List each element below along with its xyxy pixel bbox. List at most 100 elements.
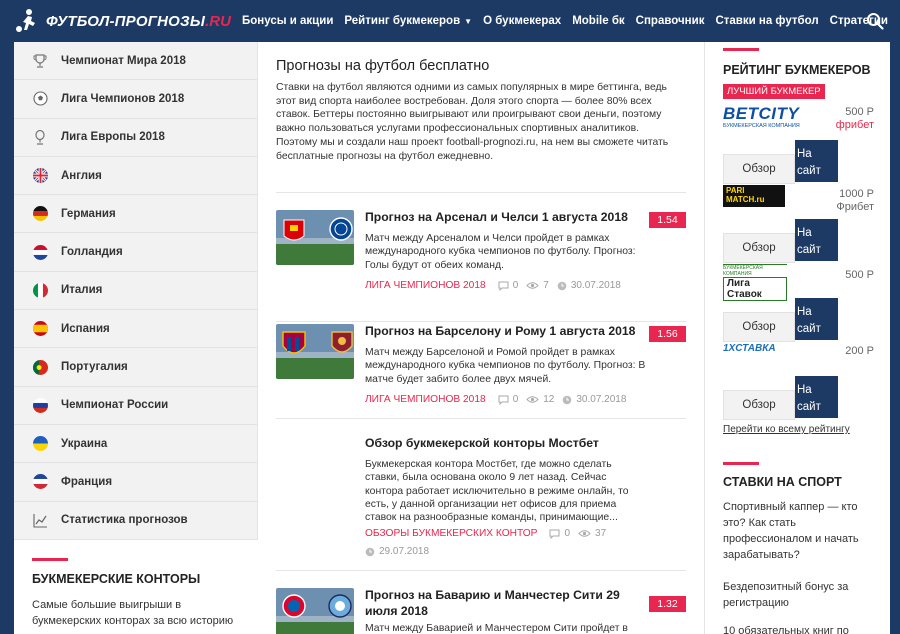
flag-germany-icon — [32, 206, 48, 222]
post-excerpt: Букмекерская контора Мостбет, где можно … — [365, 459, 629, 524]
visit-site-button[interactable]: На сайт — [795, 376, 838, 418]
post-card: Прогноз на Баварию и Манчестер Сити 29 и… — [276, 588, 686, 634]
bookmaker-bonus: 200 Р — [845, 345, 874, 358]
sidebar-item-label: Лига Чемпионов 2018 — [61, 92, 185, 105]
sidebar-item-label: Украина — [61, 437, 108, 450]
post-meta: ЛИГА ЧЕМПИОНОВ 2018 0 7 30.07.2018 — [365, 280, 629, 291]
1xstavka-logo[interactable]: 1XСТАВКА — [723, 343, 776, 354]
main-nav: Бонусы и акции Рейтинг букмекеров ▼ О бук… — [242, 0, 899, 42]
review-button[interactable]: Обзор — [723, 233, 795, 263]
review-button[interactable]: Обзор — [723, 154, 795, 184]
comments-count: 0 — [549, 528, 570, 539]
nav-label: Бонусы и акции — [242, 15, 334, 27]
post-excerpt: Матч между Арсеналом и Челси пройдет в р… — [365, 233, 636, 271]
views-value: 37 — [595, 528, 607, 539]
divider — [276, 321, 686, 322]
nav-bonuses[interactable]: Бонусы и акции — [242, 15, 333, 27]
nav-label: Mobile бк — [572, 15, 625, 27]
bookmaker-sub: БУКМЕКЕРСКАЯ КОМПАНИЯ — [723, 123, 800, 129]
odds-badge[interactable]: 1.32 — [649, 596, 686, 612]
sidebar-item-netherlands[interactable]: Голландия — [14, 233, 257, 272]
divider-accent — [723, 462, 759, 465]
liga-stavok-logo[interactable]: БУКМЕКЕРСКАЯ КОМПАНИЯ Лига Ставок — [723, 264, 787, 301]
post-title[interactable]: Обзор букмекерской конторы Мостбет — [365, 436, 645, 452]
sidebar-item-label: Статистика прогнозов — [61, 514, 188, 527]
sidebar-item-france[interactable]: Франция — [14, 463, 257, 502]
nav-mobile[interactable]: Mobile бк — [572, 15, 624, 27]
nav-bookmaker-rating[interactable]: Рейтинг букмекеров ▼ — [344, 15, 472, 27]
bonus-amount: 1000 Р — [839, 188, 874, 200]
post-thumbnail-barcelona-roma[interactable] — [276, 324, 354, 379]
post-title[interactable]: Прогноз на Барселону и Рому 1 августа 20… — [365, 324, 645, 340]
visit-site-button[interactable]: На сайт — [795, 298, 838, 340]
site-logo[interactable]: ФУТБОЛ-ПРОГНОЗЫ .RU — [14, 8, 231, 34]
sidebar-item-russia[interactable]: Чемпионат России — [14, 387, 257, 425]
date-value: 30.07.2018 — [576, 394, 627, 405]
betcity-logo[interactable]: BETCITY БУКМЕКЕРСКАЯ КОМПАНИЯ — [723, 104, 800, 129]
nav-label: Ставки на футбол — [715, 15, 819, 27]
post-category-link[interactable]: ОБЗОРЫ БУКМЕКЕРСКИХ КОНТОР — [365, 528, 537, 539]
sidebar-item-spain[interactable]: Испания — [14, 310, 257, 349]
ball-icon — [32, 91, 48, 107]
post-card: Прогноз на Арсенал и Челси 1 августа 201… — [276, 210, 686, 300]
sidebar-item-world-cup[interactable]: Чемпионат Мира 2018 — [14, 42, 257, 81]
sidebar-item-ukraine[interactable]: Украина — [14, 425, 257, 464]
parimatch-logo[interactable]: PARI MATCH.ru — [723, 185, 785, 207]
nav-label: О букмекерах — [483, 15, 562, 27]
search-icon[interactable] — [866, 12, 884, 30]
page-title: Прогнозы на футбол бесплатно — [276, 58, 490, 74]
odds-badge[interactable]: 1.54 — [649, 212, 686, 228]
sidebar-item-germany[interactable]: Германия — [14, 195, 257, 234]
bookmakers-widget: БУКМЕКЕРСКИЕ КОНТОРЫ Самые большие выигр… — [14, 540, 258, 634]
divider — [276, 192, 686, 193]
post-title[interactable]: Прогноз на Арсенал и Челси 1 августа 201… — [365, 210, 645, 226]
sidebar-item-label: Италия — [61, 284, 103, 297]
bookmaker-bonus: 500 Р фрибет — [836, 106, 874, 131]
post-category-link[interactable]: ЛИГА ЧЕМПИОНОВ 2018 — [365, 280, 486, 291]
views-count: 37 — [578, 528, 606, 539]
comments-count: 0 — [498, 394, 518, 405]
bookmaker-name: PARI MATCH.ru — [723, 185, 785, 207]
comment-icon — [498, 281, 509, 291]
sidebar-item-label: Португалия — [61, 361, 128, 374]
eye-icon — [578, 530, 591, 537]
post-title[interactable]: Прогноз на Баварию и Манчестер Сити 29 и… — [365, 588, 645, 619]
sidebar-item-statistics[interactable]: Статистика прогнозов — [14, 502, 257, 540]
sport-article-link[interactable]: 10 обязательных книг по — [723, 624, 873, 634]
page-content: Чемпионат Мира 2018 Лига Чемпионов 2018 … — [14, 42, 890, 634]
sport-article-link[interactable]: Бездепозитный бонус за регистрацию — [723, 580, 873, 612]
review-button[interactable]: Обзор — [723, 312, 795, 342]
sport-article-link[interactable]: Спортивный каппер — кто это? Как стать п… — [723, 500, 873, 564]
all-rating-link[interactable]: Перейти ко всему рейтингу — [723, 424, 850, 435]
review-button[interactable]: Обзор — [723, 390, 795, 420]
nav-about-bookmakers[interactable]: О букмекерах — [483, 15, 561, 27]
logo-suffix: .RU — [205, 12, 231, 30]
post-date: 30.07.2018 — [557, 280, 621, 291]
visit-site-button[interactable]: На сайт — [795, 219, 838, 261]
visit-site-button[interactable]: На сайт — [795, 140, 838, 182]
sidebar-item-portugal[interactable]: Португалия — [14, 348, 257, 387]
top-navigation-bar: ФУТБОЛ-ПРОГНОЗЫ .RU Бонусы и акции Рейтин… — [0, 0, 900, 42]
sidebar-item-europa-league[interactable]: Лига Европы 2018 — [14, 119, 257, 157]
clock-icon — [563, 395, 572, 404]
bonus-note: фрибет — [835, 118, 874, 131]
divider — [276, 570, 686, 571]
bookmakers-widget-link[interactable]: Самые большие выигрыши в букмекерских ко… — [32, 598, 240, 630]
bonus-note: Фрибет — [836, 200, 874, 213]
odds-badge[interactable]: 1.56 — [649, 326, 686, 342]
best-bookmaker-badge: ЛУЧШИЙ БУКМЕКЕР — [723, 84, 825, 99]
post-thumbnail-arsenal-chelsea[interactable] — [276, 210, 354, 265]
sidebar-item-champions-league[interactable]: Лига Чемпионов 2018 — [14, 80, 257, 119]
nav-reference[interactable]: Справочник — [636, 15, 705, 27]
sidebar-item-england[interactable]: Англия — [14, 157, 257, 196]
sidebar-item-label: Чемпионат Мира 2018 — [61, 54, 186, 67]
post-thumbnail-bayern-mancity[interactable] — [276, 588, 354, 634]
post-category-link[interactable]: ЛИГА ЧЕМПИОНОВ 2018 — [365, 394, 486, 405]
flag-uk-icon — [32, 168, 48, 184]
sidebar-item-italy[interactable]: Италия — [14, 272, 257, 311]
nav-label: Рейтинг букмекеров — [344, 15, 461, 27]
nav-football-bets[interactable]: Ставки на футбол — [715, 15, 818, 27]
post-date-row: 29.07.2018 — [365, 546, 437, 557]
comments-value: 0 — [564, 528, 571, 539]
clock-icon — [365, 547, 375, 556]
